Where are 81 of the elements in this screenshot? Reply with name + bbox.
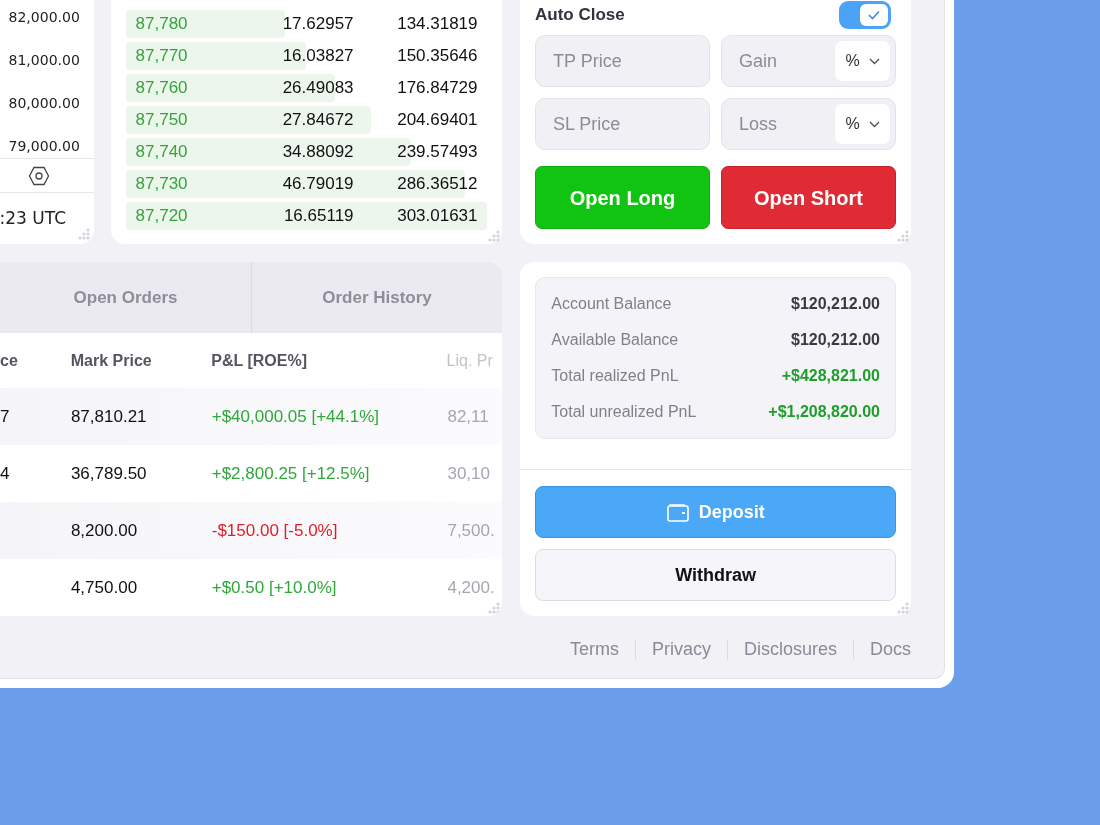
order-total: 286.36512 [396, 173, 478, 196]
check-icon [868, 10, 880, 20]
liquidation-price-cell-text: 4,200. [447, 576, 496, 599]
liquidation-price-cell-text: 82,11 [447, 405, 490, 428]
liquidation-price-cell-text: 30,10 [447, 462, 491, 485]
order-price: 87,740 [134, 141, 189, 164]
order-price: 87,720 [134, 205, 189, 228]
order-amount: 16.65119 [282, 205, 354, 228]
order-total: 239.57493 [396, 141, 478, 164]
price-axis-label: 81,000.00 [8, 51, 80, 70]
auto-close-label: Auto Close [535, 4, 625, 27]
mark-price-cell-text: 8,200.00 [70, 519, 139, 542]
unit-select[interactable]: % [835, 41, 890, 81]
price-input-field[interactable]: SL Price [535, 98, 710, 150]
mark-price-cell-text: 87,810.21 [70, 405, 148, 428]
mark-price-cell-text: 4,750.00 [70, 576, 139, 599]
order-book-row[interactable]: 87,720 16.65119 303.01631 [125, 202, 487, 230]
wallet-icon [666, 502, 689, 522]
order-amount: 34.88092 [281, 141, 354, 164]
balance-label: Total realized PnL [551, 366, 679, 386]
order-total: 134.31819 [396, 13, 478, 36]
unit-select[interactable]: % [835, 104, 890, 144]
balance-value: +$428,821.00 [781, 366, 880, 386]
order-price: 87,770 [134, 45, 189, 68]
resize-grip-icon[interactable] [897, 230, 909, 242]
position-row[interactable]: 7 87,810.21 +$40,000.05 [+44.1%] 82,11 [0, 388, 503, 445]
balance-label: Total unrealized PnL [551, 402, 697, 422]
price-input-field[interactable]: TP Price [535, 35, 710, 87]
balance-label: Account Balance [551, 294, 672, 314]
order-total: 176.84729 [396, 77, 478, 100]
liquidation-price-cell-text: 7,500. [447, 519, 496, 542]
column-header: Mark Price [70, 350, 153, 371]
resize-grip-icon[interactable] [897, 602, 909, 614]
order-book-row[interactable]: 87,770 16.03827 150.35646 [125, 42, 487, 70]
time-label: :23 UTC [0, 206, 66, 230]
order-total: 150.35646 [396, 45, 478, 68]
percent-input-field[interactable]: Loss % [721, 98, 896, 150]
balance-value: $120,212.00 [791, 294, 880, 314]
column-header: ce [0, 350, 19, 371]
order-amount: 26.49083 [281, 77, 354, 100]
resize-grip-icon[interactable] [488, 230, 500, 242]
order-price: 87,760 [134, 77, 189, 100]
resize-grip-icon[interactable] [488, 602, 501, 614]
price-axis-label: 82,000.00 [8, 8, 80, 27]
pnl-cell-text: +$2,800.25 [+12.5%] [211, 462, 371, 485]
withdraw-button[interactable]: Withdraw [535, 549, 896, 601]
order-amount: 27.84672 [281, 109, 354, 132]
pnl-cell-text: -$150.00 [-5.0%] [211, 519, 339, 542]
order-book-row[interactable]: 87,740 34.88092 239.57493 [125, 138, 487, 166]
hexagon-settings-icon[interactable] [27, 165, 50, 186]
order-amount: 46.79019 [281, 173, 354, 196]
order-amount: 17.62957 [281, 13, 354, 36]
order-book-row[interactable]: 87,780 17.62957 134.31819 [125, 10, 487, 38]
order-price: 87,780 [134, 13, 189, 36]
open-position-button[interactable]: Open Short [721, 166, 896, 229]
price-axis-label: 80,000.00 [8, 94, 80, 113]
pnl-cell-text: +$0.50 [+10.0%] [211, 576, 338, 599]
column-header: Liq. Pr [446, 350, 494, 371]
order-price: 87,750 [134, 109, 189, 132]
order-book-row[interactable]: 87,750 27.84672 204.69401 [125, 106, 487, 134]
price-axis-label: 79,000.00 [8, 137, 80, 156]
chevron-down-icon [868, 120, 880, 128]
table-cell: 7 [0, 406, 10, 426]
table-cell: 4 [0, 463, 10, 483]
order-price: 87,730 [134, 173, 189, 196]
order-amount: 16.03827 [281, 45, 354, 68]
auto-close-toggle[interactable] [839, 1, 891, 29]
order-book-row[interactable]: 87,730 46.79019 286.36512 [125, 170, 487, 198]
pnl-cell-text: +$40,000.05 [+44.1%] [211, 405, 381, 428]
position-row[interactable]: 8,200.00 -$150.00 [-5.0%] 7,500. [0, 502, 503, 559]
order-total: 204.69401 [396, 109, 478, 132]
order-total: 303.01631 [396, 205, 478, 228]
balance-value: $120,212.00 [791, 330, 880, 350]
chevron-down-icon [868, 57, 880, 65]
mark-price-cell-text: 36,789.50 [70, 462, 148, 485]
column-header: P&L [ROE%] [211, 350, 309, 371]
balance-value: +$1,208,820.00 [768, 402, 880, 422]
balance-label: Available Balance [551, 330, 679, 350]
percent-input-field[interactable]: Gain % [721, 35, 896, 87]
resize-grip-icon[interactable] [77, 228, 90, 240]
order-book-row[interactable]: 87,760 26.49083 176.84729 [125, 74, 487, 102]
